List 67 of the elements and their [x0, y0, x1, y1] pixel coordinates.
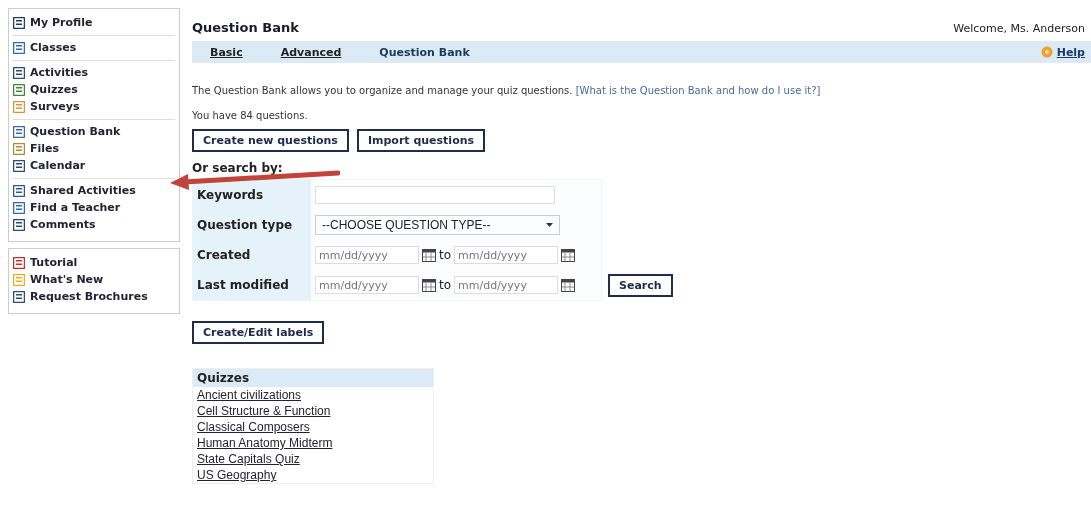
date-field[interactable]: mm/dd/yyyy [454, 276, 559, 294]
item-icon [13, 67, 25, 79]
sidebar-item[interactable]: Find a Teacher [13, 201, 175, 215]
help-icon [1040, 46, 1053, 58]
field-label: Created [193, 240, 311, 270]
calendar-icon[interactable] [561, 278, 576, 292]
sidebar-item[interactable]: What's New [13, 273, 175, 287]
sidebar-item[interactable]: Calendar [13, 159, 175, 173]
to-label: to [439, 248, 452, 262]
quiz-link[interactable]: Human Anatomy Midterm [193, 435, 337, 451]
search-button[interactable]: Search [608, 274, 673, 297]
description-text: The Question Bank allows you to organize and manage your quiz questions. [What is the Question Bank and how do I use it?] [192, 85, 822, 96]
keywords-field[interactable] [315, 186, 555, 204]
item-icon [13, 160, 25, 172]
item-icon [13, 84, 25, 96]
item-icon [13, 185, 25, 197]
sidebar-item[interactable]: Request Brochures [13, 290, 175, 304]
sidebar-item[interactable]: Activities [13, 66, 175, 80]
sidebar-item[interactable]: Shared Activities [13, 184, 175, 198]
date-field[interactable]: mm/dd/yyyy [315, 246, 419, 264]
sidebar-item[interactable]: Classes [13, 41, 175, 55]
question-type-select[interactable]: --CHOOSE QUESTION TYPE-- [315, 215, 560, 235]
to-label: to [439, 278, 452, 292]
quiz-link[interactable]: Cell Structure & Function [193, 403, 335, 419]
item-icon [13, 42, 25, 54]
quiz-link[interactable]: US Geography [193, 467, 281, 483]
tab[interactable]: Basic [210, 45, 243, 59]
help-link[interactable]: Help [1040, 45, 1085, 59]
calendar-icon[interactable] [561, 248, 576, 262]
quiz-link[interactable]: State Capitals Quiz [193, 451, 304, 467]
calendar-icon[interactable] [422, 248, 436, 262]
sidebar-item[interactable]: Comments [13, 218, 175, 232]
item-icon [13, 101, 25, 113]
field-label: Question type [193, 210, 311, 240]
item-icon [13, 143, 25, 155]
sidebar-item[interactable]: Question Bank [13, 125, 175, 139]
item-icon [13, 291, 25, 303]
action-button[interactable]: Import questions [356, 129, 486, 152]
action-button[interactable]: Create new questions [192, 129, 349, 152]
tab[interactable]: Advanced [280, 45, 342, 59]
sidebar-item[interactable]: Files [13, 142, 175, 156]
labels-button[interactable]: Create/Edit labels [192, 321, 325, 344]
question-count: You have 84 questions. [192, 110, 309, 121]
quiz-link[interactable]: Ancient civilizations [193, 387, 306, 403]
item-icon [13, 17, 25, 29]
welcome-text: Welcome, Ms. Anderson [953, 22, 1085, 35]
date-field[interactable]: mm/dd/yyyy [454, 246, 559, 264]
date-field[interactable]: mm/dd/yyyy [315, 276, 419, 294]
field-label: Keywords [193, 180, 311, 210]
item-icon [13, 202, 25, 214]
help-topic-link[interactable]: [What is the Question Bank and how do I use it?] [575, 85, 821, 96]
item-icon [13, 126, 25, 138]
search-heading: Or search by: [192, 161, 284, 175]
sidebar-item[interactable]: Quizzes [13, 83, 175, 97]
sidebar-item[interactable]: Tutorial [13, 256, 175, 270]
page-title: Question Bank [192, 20, 299, 35]
caret-icon [546, 223, 553, 227]
field-label: Last modified [193, 270, 311, 300]
tab[interactable]: Question Bank [379, 45, 470, 59]
sidebar-item[interactable]: Surveys [13, 100, 175, 114]
item-icon [13, 219, 25, 231]
quiz-link[interactable]: Classical Composers [193, 419, 314, 435]
item-icon [13, 274, 25, 286]
calendar-icon[interactable] [422, 278, 436, 292]
item-icon [13, 257, 25, 269]
sidebar-item[interactable]: My Profile [13, 16, 175, 30]
quizzes-heading: Quizzes [193, 369, 433, 387]
